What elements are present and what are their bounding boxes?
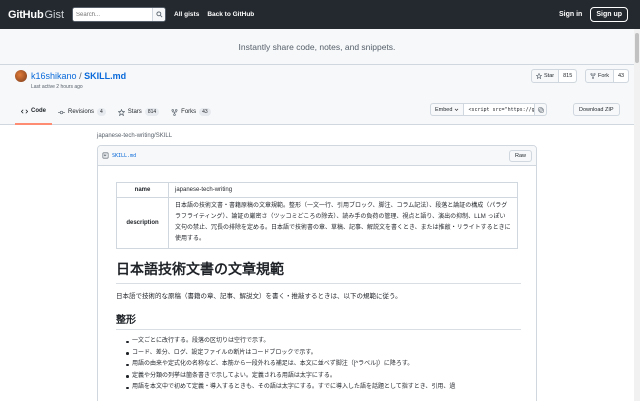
description-key: description: [116, 197, 169, 249]
stars-counter: 814: [144, 108, 160, 116]
raw-button[interactable]: Raw: [508, 149, 532, 162]
owner-link[interactable]: k16shikano: [31, 71, 77, 81]
code-icon: [21, 108, 28, 114]
rules-list: 一文ごとに改行する。段落の区切りは空行で示す。 コード、差分、ログ、設定ファイル…: [126, 336, 521, 394]
embed-label: Embed: [435, 106, 453, 113]
search-button[interactable]: [152, 8, 166, 21]
list-item: 用語の由来や定式化の名称など、本筋から一段外れる補足は、本文に並べず脚注（[^ラ…: [126, 359, 521, 371]
tab-code[interactable]: Code: [15, 105, 52, 125]
copy-button[interactable]: [534, 104, 546, 115]
tab-forks[interactable]: Forks 43: [165, 105, 217, 125]
tab-stars-label: Stars: [127, 109, 142, 115]
top-header: GitHub Gist All gists Back to GitHub Sig…: [0, 0, 640, 29]
embed-select[interactable]: Embed: [431, 104, 465, 115]
fork-label-wrap[interactable]: Fork: [586, 70, 614, 82]
description-value: 日本語の技術文書・書籍原稿の文章規範。整形（一文一行、引用ブロック、脚注、コラム…: [168, 197, 518, 249]
fork-count[interactable]: 43: [614, 70, 629, 82]
tab-forks-label: Forks: [181, 109, 197, 115]
file-header: SKILL.md Raw: [98, 146, 536, 166]
title-separator: /: [79, 71, 82, 81]
github-gist-logo[interactable]: GitHub Gist: [8, 9, 64, 21]
all-gists-link[interactable]: All gists: [174, 11, 199, 18]
revisions-icon: [58, 110, 65, 114]
name-value: japanese-tech-writing: [168, 182, 518, 198]
list-item: 定義や分類の列挙は箇条書きで示してよい。定義される用語は太字にする。: [126, 371, 521, 383]
sign-in-link[interactable]: Sign in: [559, 11, 582, 18]
star-count[interactable]: 815: [559, 70, 577, 82]
star-icon: [117, 108, 125, 116]
scrollbar-thumb[interactable]: [635, 33, 639, 63]
list-item: 用語を本文中で初めて定義・導入するときも、その語は太字にする。すでに導入した語を…: [126, 382, 521, 394]
star-label: Star: [544, 73, 555, 79]
sign-up-button[interactable]: Sign up: [590, 7, 628, 22]
back-to-github-link[interactable]: Back to GitHub: [207, 11, 254, 18]
fork-icon: [590, 73, 596, 79]
revisions-counter: 4: [97, 108, 106, 116]
forks-counter: 43: [199, 108, 211, 116]
fork-button[interactable]: Fork 43: [585, 69, 630, 83]
tab-code-label: Code: [31, 108, 46, 114]
star-label-wrap[interactable]: Star: [532, 70, 560, 82]
embed-widget: Embed <script src="https://g: [430, 103, 548, 116]
file-path: japanese-tech-writing/SKILL: [97, 133, 173, 139]
frontmatter-table: name japanese-tech-writing description 日…: [116, 182, 518, 249]
gist-tabs: Code Revisions 4 Stars 814 Forks 43: [15, 105, 217, 125]
name-key: name: [116, 182, 169, 198]
star-button[interactable]: Star 815: [531, 69, 578, 83]
star-icon: [536, 73, 542, 79]
markdown-body: name japanese-tech-writing description 日…: [116, 182, 521, 390]
doc-intro: 日本語で技術的な原稿（書籍の章、記事、解説文）を書く・推敲するときは、以下の規範…: [116, 293, 402, 300]
tab-revisions[interactable]: Revisions 4: [52, 105, 112, 125]
page-scrollbar[interactable]: [634, 29, 640, 401]
logo-primary[interactable]: GitHub: [8, 9, 44, 21]
gist-header: k16shikano / SKILL.md Last active 2 hour…: [0, 65, 634, 125]
chevron-down-icon: [455, 108, 459, 111]
tab-stars[interactable]: Stars 814: [112, 105, 165, 125]
file-box: SKILL.md Raw name japanese-tech-writing …: [97, 145, 537, 401]
copy-icon: [538, 106, 544, 113]
file-name-link[interactable]: SKILL.md: [112, 153, 136, 159]
gist-filename-link[interactable]: SKILL.md: [84, 71, 126, 81]
fork-icon: [171, 108, 178, 116]
table-row: name japanese-tech-writing: [116, 182, 518, 198]
fork-label: Fork: [598, 73, 609, 79]
doc-heading: 日本語技術文書の文章規範: [116, 259, 521, 284]
file-icon: [102, 152, 109, 159]
list-item: 一文ごとに改行する。段落の区切りは空行で示す。: [126, 336, 521, 348]
list-item: コード、差分、ログ、設定ファイルの断片はコードブロックで示す。: [126, 348, 521, 360]
logo-secondary[interactable]: Gist: [44, 9, 64, 21]
avatar[interactable]: [15, 70, 27, 82]
download-zip-button[interactable]: Download ZIP: [573, 103, 620, 116]
tagline-text: Instantly share code, notes, and snippet…: [238, 41, 396, 52]
embed-code-input[interactable]: <script src="https://g: [464, 104, 535, 115]
tagline-banner: Instantly share code, notes, and snippet…: [0, 29, 634, 65]
tab-revisions-label: Revisions: [68, 109, 95, 115]
search-box: [72, 7, 167, 22]
table-row: description 日本語の技術文書・書籍原稿の文章規範。整形（一文一行、引…: [116, 197, 518, 249]
search-icon: [155, 11, 162, 18]
search-input[interactable]: [73, 8, 153, 21]
last-active-text: Last active 2 hours ago: [31, 84, 83, 90]
section-heading: 整形: [116, 311, 521, 330]
gist-title: k16shikano / SKILL.md: [31, 71, 126, 81]
